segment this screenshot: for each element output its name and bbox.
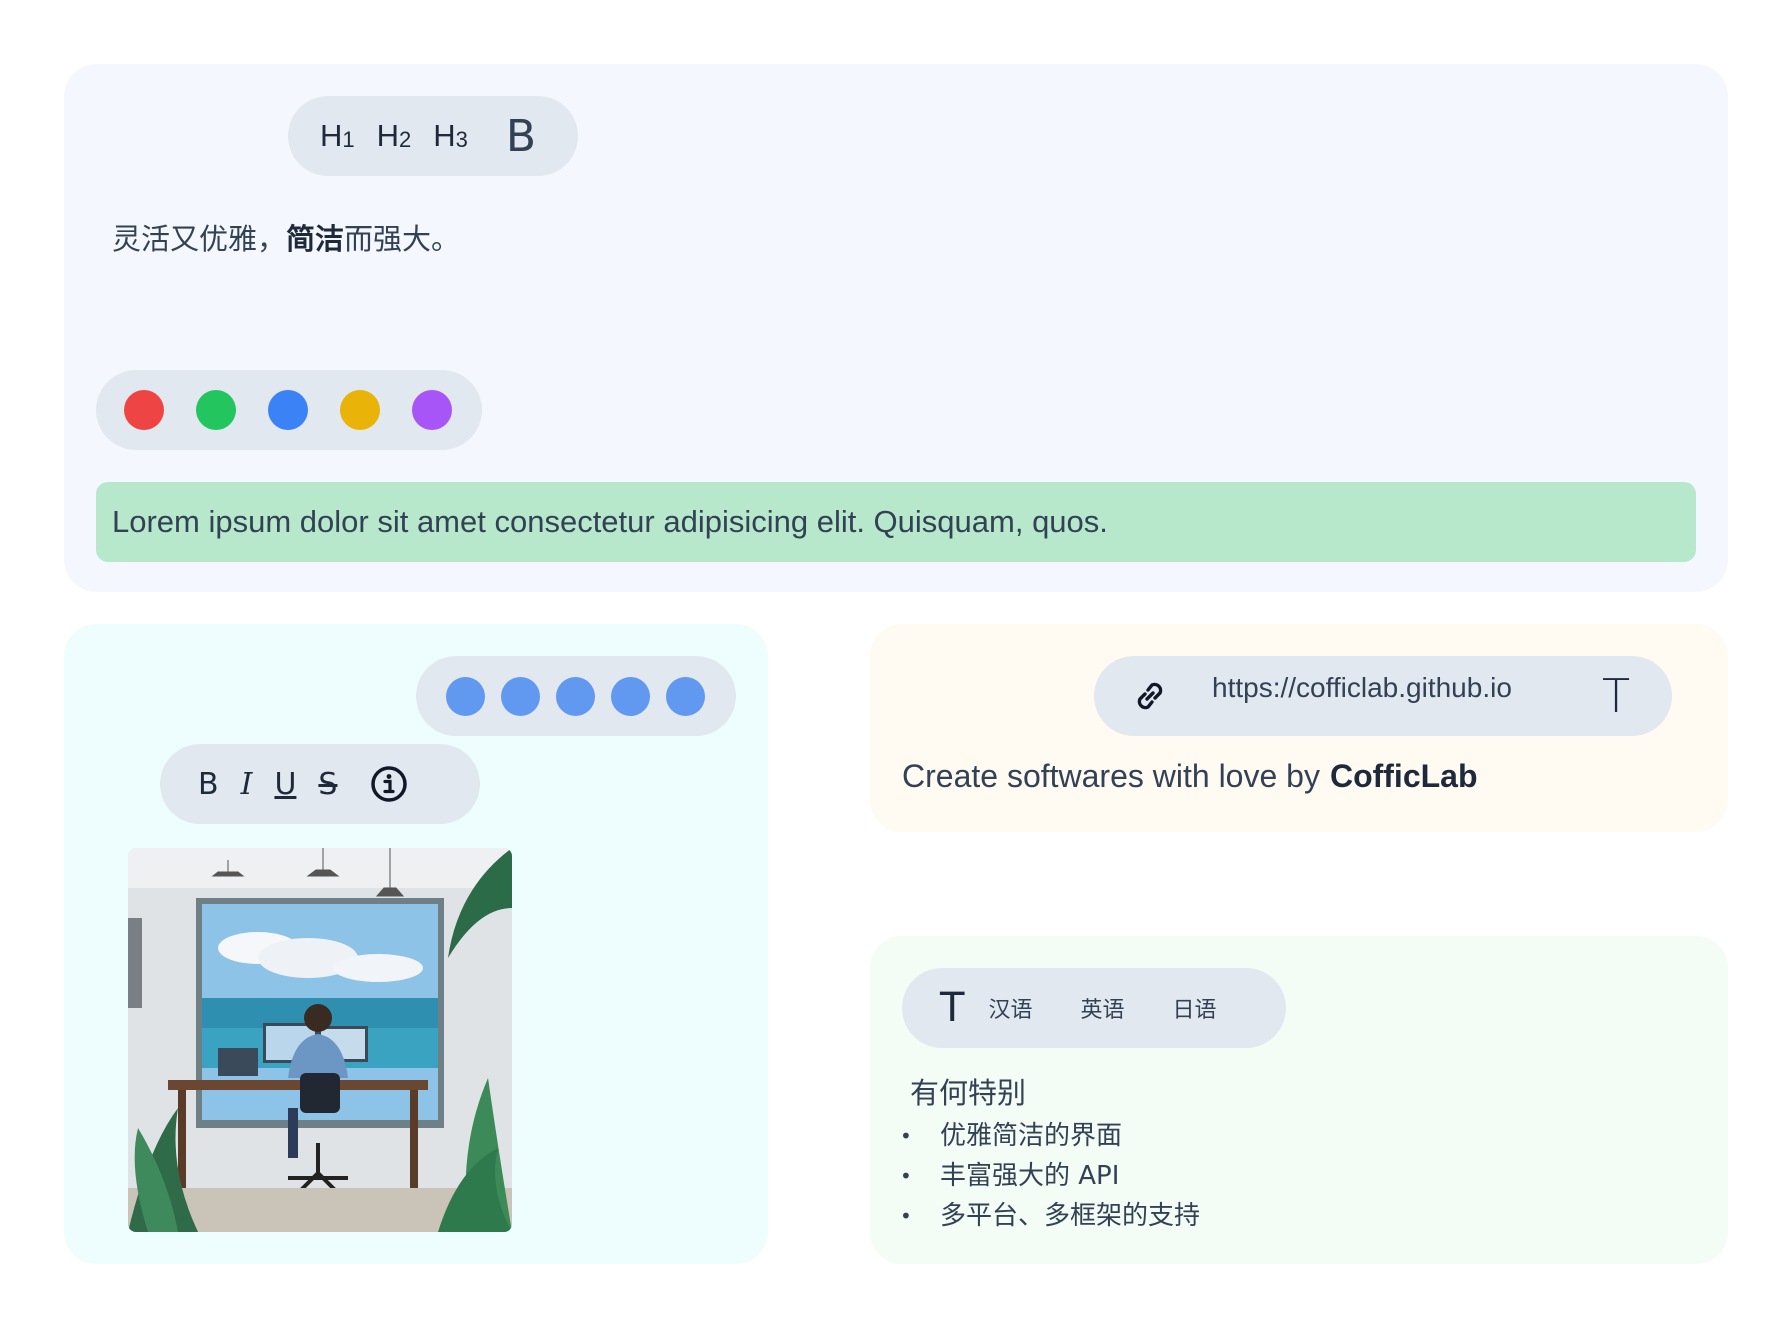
office-illustration-image[interactable] xyxy=(128,848,512,1232)
info-circle-icon[interactable] xyxy=(369,764,409,804)
text-style-button[interactable]: T xyxy=(940,985,964,1031)
dot-button-2[interactable] xyxy=(501,676,540,716)
h1-button[interactable]: H1 xyxy=(320,118,355,154)
intro-bold-text: 简洁 xyxy=(286,222,345,256)
intro-text-2: 而强大。 xyxy=(344,222,461,256)
h1-letter: H xyxy=(320,118,343,153)
color-toolbar xyxy=(96,370,482,450)
features-heading[interactable]: 有何特别 xyxy=(910,1070,1026,1112)
text-style-button[interactable]: T xyxy=(1602,669,1630,723)
link-card: https://cofficlab.github.io T Create sof… xyxy=(870,624,1728,832)
list-item[interactable]: 多平台、多框架的支持 xyxy=(900,1196,1200,1236)
h2-button[interactable]: H2 xyxy=(377,118,412,154)
language-card: T 汉语 英语 日语 有何特别 优雅简洁的界面 丰富强大的 API 多平台、多框… xyxy=(870,936,1728,1264)
editor-card-main: H1 H2 H3 B 灵活又优雅，简洁而强大。 Lorem ipsum dolo… xyxy=(64,64,1728,592)
dot-button-4[interactable] xyxy=(611,676,650,716)
feature-list: 优雅简洁的界面 丰富强大的 API 多平台、多框架的支持 xyxy=(900,1116,1200,1236)
color-red-button[interactable] xyxy=(124,390,164,430)
lang-japanese-button[interactable]: 日语 xyxy=(1172,992,1216,1024)
lang-english-button[interactable]: 英语 xyxy=(1080,992,1124,1024)
lang-chinese-button[interactable]: 汉语 xyxy=(988,992,1032,1024)
dot-button-3[interactable] xyxy=(556,676,595,716)
blue-dots-toolbar xyxy=(416,656,736,736)
h2-number: 2 xyxy=(399,127,412,152)
list-item[interactable]: 丰富强大的 API xyxy=(900,1156,1200,1196)
h3-button[interactable]: H3 xyxy=(433,118,468,154)
color-green-button[interactable] xyxy=(196,390,236,430)
link-icon[interactable] xyxy=(1128,674,1172,718)
h1-number: 1 xyxy=(342,127,355,152)
underline-button[interactable]: U xyxy=(274,767,296,802)
dot-button-1[interactable] xyxy=(446,676,485,716)
bold-button[interactable]: B xyxy=(198,767,219,802)
h3-number: 3 xyxy=(455,127,468,152)
color-purple-button[interactable] xyxy=(412,390,452,430)
intro-paragraph[interactable]: 灵活又优雅，简洁而强大。 xyxy=(112,216,460,258)
link-url-text[interactable]: https://cofficlab.github.io xyxy=(1212,672,1572,704)
dot-button-5[interactable] xyxy=(666,676,705,716)
editor-card-image: B I U S xyxy=(64,624,768,1264)
highlighted-paragraph[interactable]: Lorem ipsum dolor sit amet consectetur a… xyxy=(96,482,1696,562)
brand-link[interactable]: CofficLab xyxy=(1330,758,1478,794)
format-toolbar: B I U S xyxy=(160,744,480,824)
color-yellow-button[interactable] xyxy=(340,390,380,430)
heading-toolbar: H1 H2 H3 B xyxy=(288,96,578,176)
bold-button[interactable]: B xyxy=(506,111,536,162)
italic-button[interactable]: I xyxy=(241,767,253,802)
color-blue-button[interactable] xyxy=(268,390,308,430)
list-item[interactable]: 优雅简洁的界面 xyxy=(900,1116,1200,1156)
intro-text-1: 灵活又优雅， xyxy=(112,222,287,256)
credit-line[interactable]: Create softwares with love by CofficLab xyxy=(902,758,1478,795)
credit-prefix: Create softwares with love by xyxy=(902,758,1320,794)
link-toolbar: https://cofficlab.github.io T xyxy=(1094,656,1672,736)
strikethrough-button[interactable]: S xyxy=(318,767,337,802)
h2-letter: H xyxy=(376,118,400,153)
language-toolbar: T 汉语 英语 日语 xyxy=(902,968,1286,1048)
h3-letter: H xyxy=(433,118,456,153)
